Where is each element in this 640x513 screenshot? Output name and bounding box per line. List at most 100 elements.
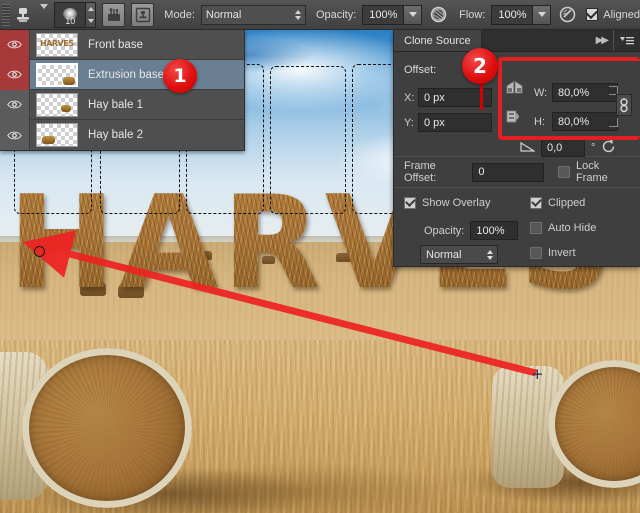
clone-stamp-tool-icon[interactable] xyxy=(10,1,36,29)
flip-vertical-icon[interactable] xyxy=(506,109,523,127)
tool-preset-chevron-down-icon[interactable] xyxy=(40,3,49,21)
layer-row[interactable]: HARVES Front base xyxy=(0,29,244,60)
thumbnail-bale-icon xyxy=(63,76,75,85)
frame-offset-field[interactable]: 0 xyxy=(472,162,544,182)
pressure-opacity-icon[interactable] xyxy=(428,3,449,27)
thumbnail-bale-icon xyxy=(42,136,55,144)
offset-x-row: X: 0 px xyxy=(404,88,492,107)
clone-stamp-glyph xyxy=(17,7,30,22)
angle-glyph xyxy=(520,141,537,152)
height-row: H: 80,0% xyxy=(534,112,618,131)
overlay-section: Show Overlay Opacity: 100% Normal Clippe… xyxy=(394,188,640,266)
bale-rim xyxy=(22,348,192,508)
show-overlay-checkbox[interactable] xyxy=(404,197,416,209)
layer-thumbnail[interactable] xyxy=(36,62,78,87)
layer-visibility-toggle[interactable] xyxy=(0,29,30,60)
reset-transform-icon[interactable] xyxy=(601,139,617,156)
height-label: H: xyxy=(534,115,545,128)
layer-row[interactable]: Extrusion base xyxy=(0,59,244,90)
angle-field[interactable]: 0,0 xyxy=(541,138,585,157)
hay-bale-left[interactable] xyxy=(22,348,192,508)
tool-options-bar: 10 Mode: Normal Opacity: 100% Flow: 100%… xyxy=(0,0,640,30)
overlay-opacity-field[interactable]: 100% xyxy=(470,221,519,240)
panel-menu-icon[interactable] xyxy=(613,30,640,51)
flow-dropdown-chevron-down-icon[interactable] xyxy=(533,4,552,25)
aligned-checkbox[interactable] xyxy=(586,8,599,21)
flow-field[interactable]: 100% xyxy=(491,4,534,25)
opacity-value: 100% xyxy=(369,8,398,21)
layer-thumbnail[interactable] xyxy=(36,92,78,117)
offset-y-field[interactable]: 0 px xyxy=(418,113,492,132)
aligned-label: Aligned xyxy=(603,8,640,21)
clone-source-transform-section: Offset: X: 0 px Y: 0 px W: 80,0% H: 80,0… xyxy=(394,52,640,157)
show-overlay-label: Show Overlay xyxy=(422,197,491,209)
eye-icon xyxy=(7,70,22,79)
clone-source-panel: Clone Source ▶▶ Offset: X: 0 px Y: 0 px … xyxy=(393,30,640,267)
lock-frame-label: Lock Frame xyxy=(575,160,608,184)
reset-transform-glyph xyxy=(603,139,615,153)
brush-size-stepper[interactable] xyxy=(86,1,97,28)
overlay-blend-mode-select[interactable]: Normal xyxy=(420,245,498,264)
collapse-panel-double-chevron-right-icon[interactable]: ▶▶ xyxy=(596,30,613,51)
auto-hide-checkbox[interactable] xyxy=(530,222,542,234)
show-overlay-row: Show Overlay xyxy=(404,197,490,209)
layer-name: Hay bale 2 xyxy=(88,129,143,141)
layer-name: Extrusion base xyxy=(88,68,165,81)
clone-source-tab-label: Clone Source xyxy=(404,34,471,47)
overlay-opacity-label: Opacity: xyxy=(424,224,465,237)
brush-panel-icon[interactable] xyxy=(102,2,126,27)
eye-icon xyxy=(7,100,22,109)
blend-mode-select[interactable]: Normal xyxy=(200,4,306,25)
layer-thumbnail-text: HARVES xyxy=(40,38,74,48)
airbrush-icon[interactable] xyxy=(557,3,578,27)
layer-visibility-toggle[interactable] xyxy=(0,120,30,150)
auto-hide-label: Auto Hide xyxy=(548,222,597,234)
tab-clone-source[interactable]: Clone Source xyxy=(394,30,482,51)
clipped-row: Clipped xyxy=(530,197,585,209)
clone-brush-cursor xyxy=(34,246,45,257)
opacity-dropdown-chevron-down-icon[interactable] xyxy=(404,4,423,25)
layer-thumbnail[interactable] xyxy=(36,123,78,147)
clipped-label: Clipped xyxy=(548,197,586,209)
callout-badge-2: 2 xyxy=(462,48,498,84)
clone-source-panel-icon[interactable] xyxy=(131,2,155,27)
callout-badge-2-tail xyxy=(480,80,483,110)
frame-offset-row: Frame Offset: 0 Lock Frame xyxy=(394,157,640,187)
layer-visibility-toggle[interactable] xyxy=(0,89,30,120)
panel-menu-glyph xyxy=(620,36,634,44)
layer-name: Hay bale 1 xyxy=(88,98,143,111)
flip-vertical-glyph xyxy=(506,110,519,123)
layer-row[interactable]: Hay bale 1 xyxy=(0,89,244,120)
thumbnail-bale-icon xyxy=(61,104,71,112)
blend-mode-value: Normal xyxy=(205,8,242,21)
offset-x-label: X: xyxy=(404,91,415,104)
options-bar-grip[interactable] xyxy=(2,3,10,26)
link-width-height-toggle[interactable] xyxy=(616,94,632,116)
pressure-opacity-glyph xyxy=(430,6,447,23)
offset-y-row: Y: 0 px xyxy=(404,113,492,132)
overlay-opacity-row: Opacity: 100% xyxy=(424,221,519,240)
brush-size-field[interactable]: 10 xyxy=(54,1,87,28)
auto-hide-row: Auto Hide xyxy=(530,222,596,234)
opacity-field[interactable]: 100% xyxy=(362,4,405,25)
lock-frame-checkbox[interactable] xyxy=(557,166,570,178)
layer-thumbnail[interactable]: HARVES xyxy=(36,32,78,57)
brush-size-value: 10 xyxy=(65,15,76,26)
invert-checkbox[interactable] xyxy=(530,247,542,259)
link-chain-icon xyxy=(620,97,628,112)
airbrush-glyph xyxy=(559,6,576,23)
offset-y-label: Y: xyxy=(404,116,414,129)
brush-panel-glyph xyxy=(107,7,120,21)
mode-label: Mode: xyxy=(164,8,195,21)
invert-label: Invert xyxy=(548,247,576,259)
layer-visibility-toggle[interactable] xyxy=(0,59,30,90)
overlay-blend-mode-value: Normal xyxy=(426,248,462,261)
flow-label: Flow: xyxy=(459,8,486,21)
link-bracket-bottom xyxy=(609,118,618,127)
flip-horizontal-icon[interactable] xyxy=(506,80,523,98)
layer-row[interactable]: Hay bale 2 xyxy=(0,120,244,150)
photoshop-workspace: HARVEST + 10 Mode: Normal Opacity: 100% … xyxy=(0,0,640,513)
clipped-checkbox[interactable] xyxy=(530,197,542,209)
frame-offset-label: Frame Offset: xyxy=(404,160,437,184)
offset-label: Offset: xyxy=(404,64,437,76)
